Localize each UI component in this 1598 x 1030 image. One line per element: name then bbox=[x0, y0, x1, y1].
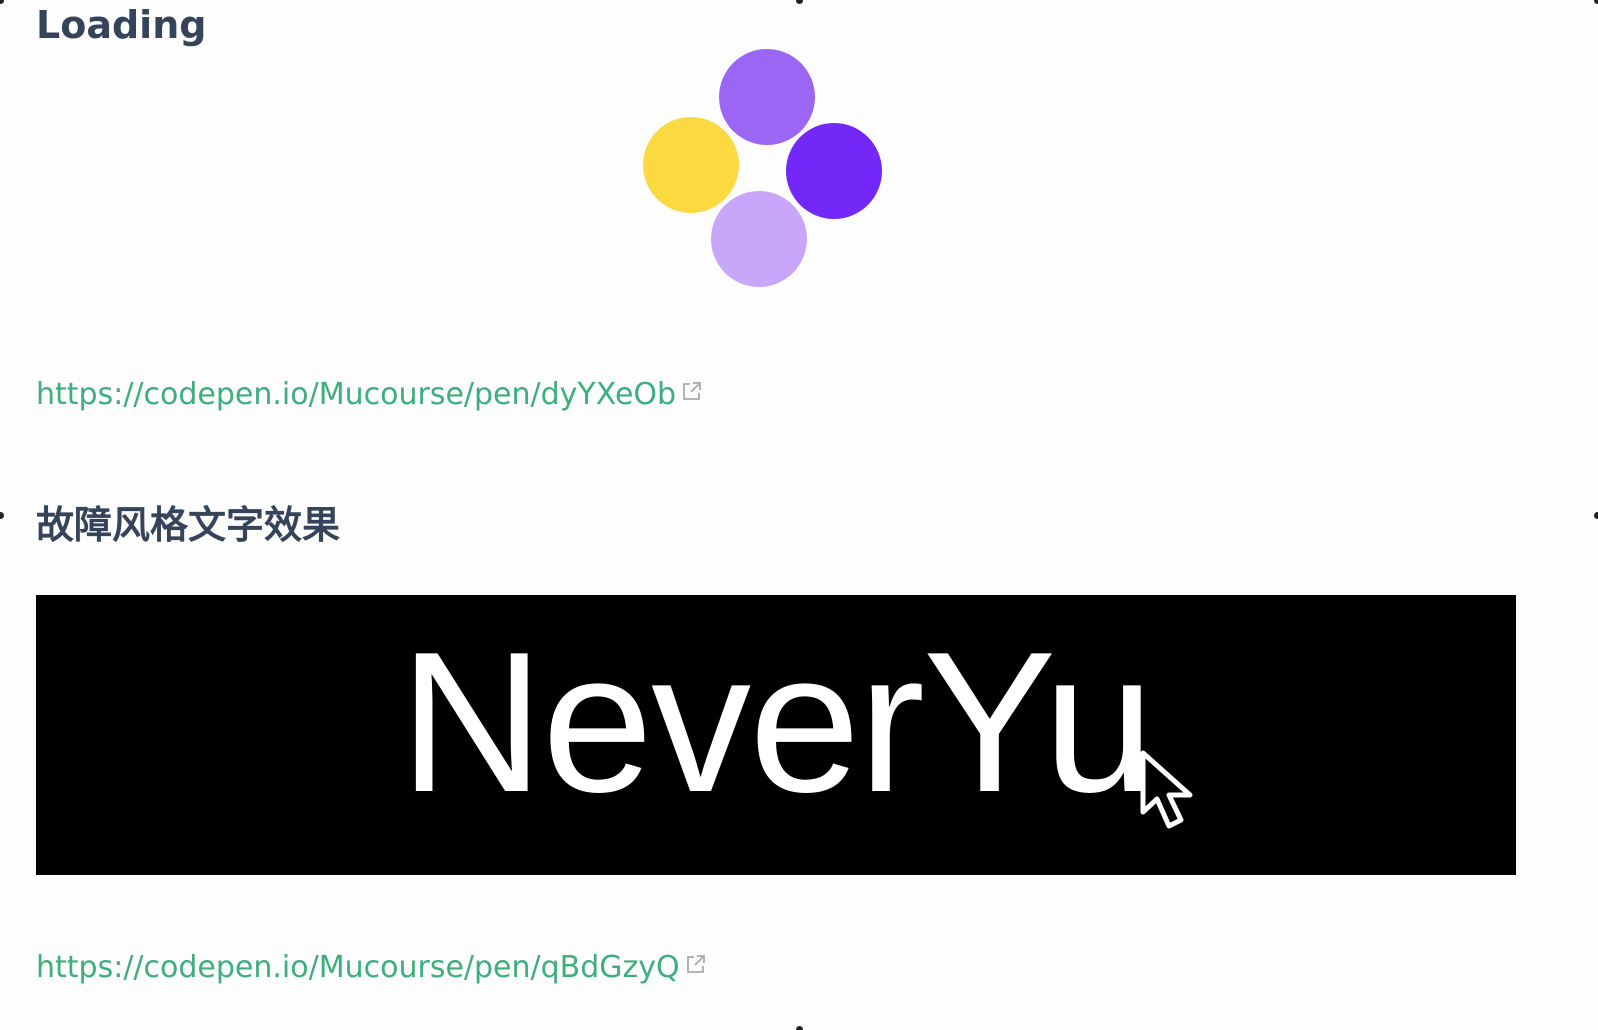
resize-handle-top-right[interactable] bbox=[1594, 0, 1598, 4]
link-text: https://codepen.io/Mucourse/pen/dyYXeOb bbox=[36, 377, 677, 412]
codepen-link-glitch[interactable]: https://codepen.io/Mucourse/pen/qBdGzyQ bbox=[36, 953, 707, 983]
page: Loading https://codepen.io/Mucourse/pen/… bbox=[0, 0, 1598, 1030]
resize-handle-right[interactable] bbox=[1594, 512, 1598, 519]
codepen-link-loading[interactable]: https://codepen.io/Mucourse/pen/dyYXeOb bbox=[36, 380, 703, 410]
glitch-text-demo: NeverYu bbox=[36, 595, 1516, 875]
loader-dot-bottom bbox=[711, 191, 807, 287]
resize-handle-top[interactable] bbox=[796, 0, 803, 4]
glitch-text: NeverYu bbox=[399, 611, 1154, 834]
external-link-icon bbox=[681, 378, 703, 400]
loading-animation bbox=[640, 44, 890, 294]
loader-dot-right bbox=[786, 123, 882, 219]
section-title-glitch-text: 故障风格文字效果 bbox=[36, 503, 341, 547]
loader-dot-top bbox=[719, 49, 815, 145]
link-text: https://codepen.io/Mucourse/pen/qBdGzyQ bbox=[36, 950, 680, 985]
mouse-pointer-icon bbox=[1140, 750, 1193, 829]
section-title-loading: Loading bbox=[36, 3, 207, 47]
loader-dot-left bbox=[643, 117, 739, 213]
resize-handle-left[interactable] bbox=[0, 512, 4, 519]
resize-handle-top-left[interactable] bbox=[0, 0, 4, 4]
external-link-icon bbox=[685, 951, 707, 973]
resize-handle-bottom[interactable] bbox=[796, 1026, 803, 1030]
